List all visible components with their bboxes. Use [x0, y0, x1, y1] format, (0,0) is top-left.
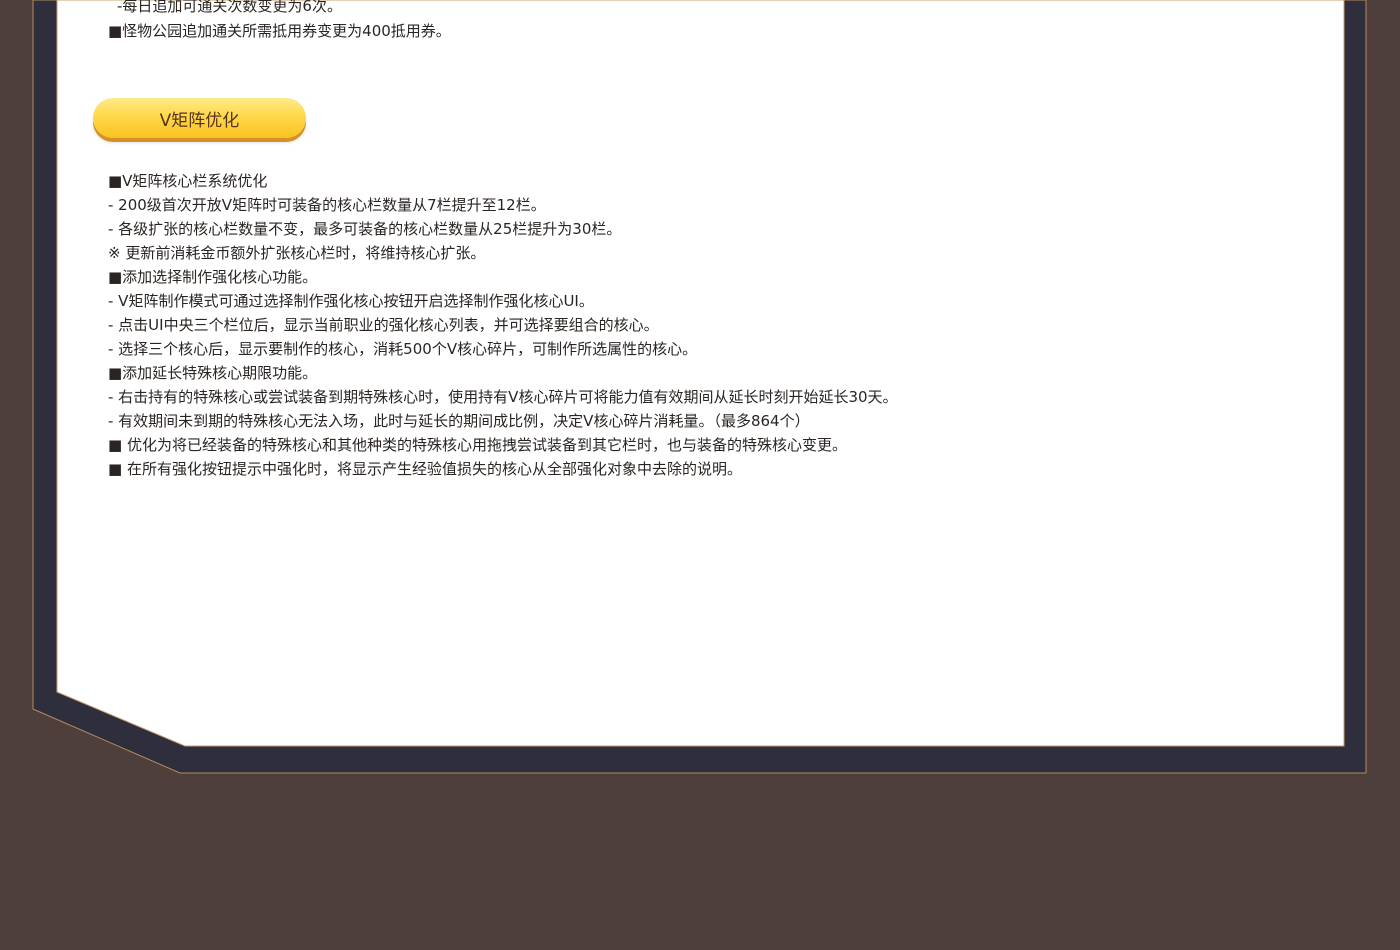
patch-note-line: - 各级扩张的核心栏数量不变，最多可装备的核心栏数量从25栏提升为30栏。 [108, 220, 622, 238]
patch-note-line: - 右击持有的特殊核心或尝试装备到期特殊核心时，使用持有V核心碎片可将能力值有效… [108, 388, 898, 406]
patch-note-line: - 选择三个核心后，显示要制作的核心，消耗500个V核心碎片，可制作所选属性的核… [108, 340, 698, 358]
patch-note-line: ■添加延长特殊核心期限功能。 [108, 364, 318, 382]
content-area: -每日追加可通关次数变更为6次。 ■怪物公园追加通关所需抵用券变更为400抵用券… [57, 0, 1344, 746]
patch-note-line: ■V矩阵核心栏系统优化 [108, 172, 268, 190]
patch-note-line: ■ 在所有强化按钮提示中强化时，将显示产生经验值损失的核心从全部强化对象中去除的… [108, 460, 742, 478]
previous-section-line: -每日追加可通关次数变更为6次。 [117, 0, 342, 15]
patch-note-line: ■添加选择制作强化核心功能。 [108, 268, 318, 286]
patch-notes-list: ■V矩阵核心栏系统优化 - 200级首次开放V矩阵时可装备的核心栏数量从7栏提升… [108, 169, 1308, 481]
section-title-v-matrix: V矩阵优化 [93, 98, 306, 138]
patch-note-line: - V矩阵制作模式可通过选择制作强化核心按钮开启选择制作强化核心UI。 [108, 292, 594, 310]
patch-note-line: ■ 优化为将已经装备的特殊核心和其他种类的特殊核心用拖拽尝试装备到其它栏时，也与… [108, 436, 847, 454]
patch-note-line: - 200级首次开放V矩阵时可装备的核心栏数量从7栏提升至12栏。 [108, 196, 546, 214]
patch-note-line: - 点击UI中央三个栏位后，显示当前职业的强化核心列表，并可选择要组合的核心。 [108, 316, 659, 334]
previous-section-line: ■怪物公园追加通关所需抵用券变更为400抵用券。 [108, 22, 451, 40]
patch-note-line: ※ 更新前消耗金币额外扩张核心栏时，将维持核心扩张。 [108, 244, 486, 262]
patch-note-line: - 有效期间未到期的特殊核心无法入场，此时与延长的期间成比例，决定V核心碎片消耗… [108, 412, 810, 430]
